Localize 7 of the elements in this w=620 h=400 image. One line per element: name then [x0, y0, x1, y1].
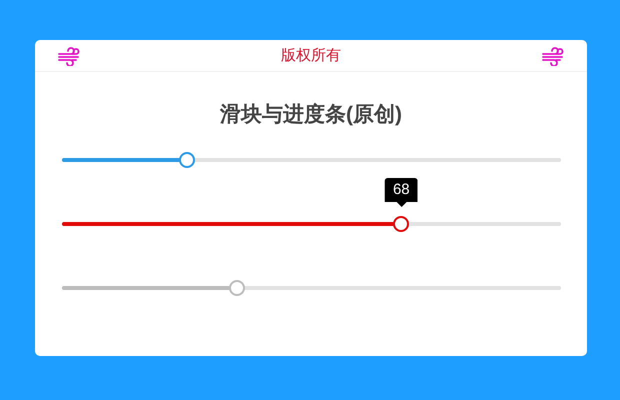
header-title: 版权所有 — [281, 46, 341, 65]
wind-icon — [541, 46, 565, 66]
value-tooltip: 68 — [384, 178, 418, 207]
page-heading: 滑块与进度条(原创) — [218, 102, 403, 128]
wind-icon — [57, 46, 81, 66]
slider-thumb[interactable] — [393, 216, 410, 232]
slider-thumb[interactable] — [178, 152, 195, 168]
